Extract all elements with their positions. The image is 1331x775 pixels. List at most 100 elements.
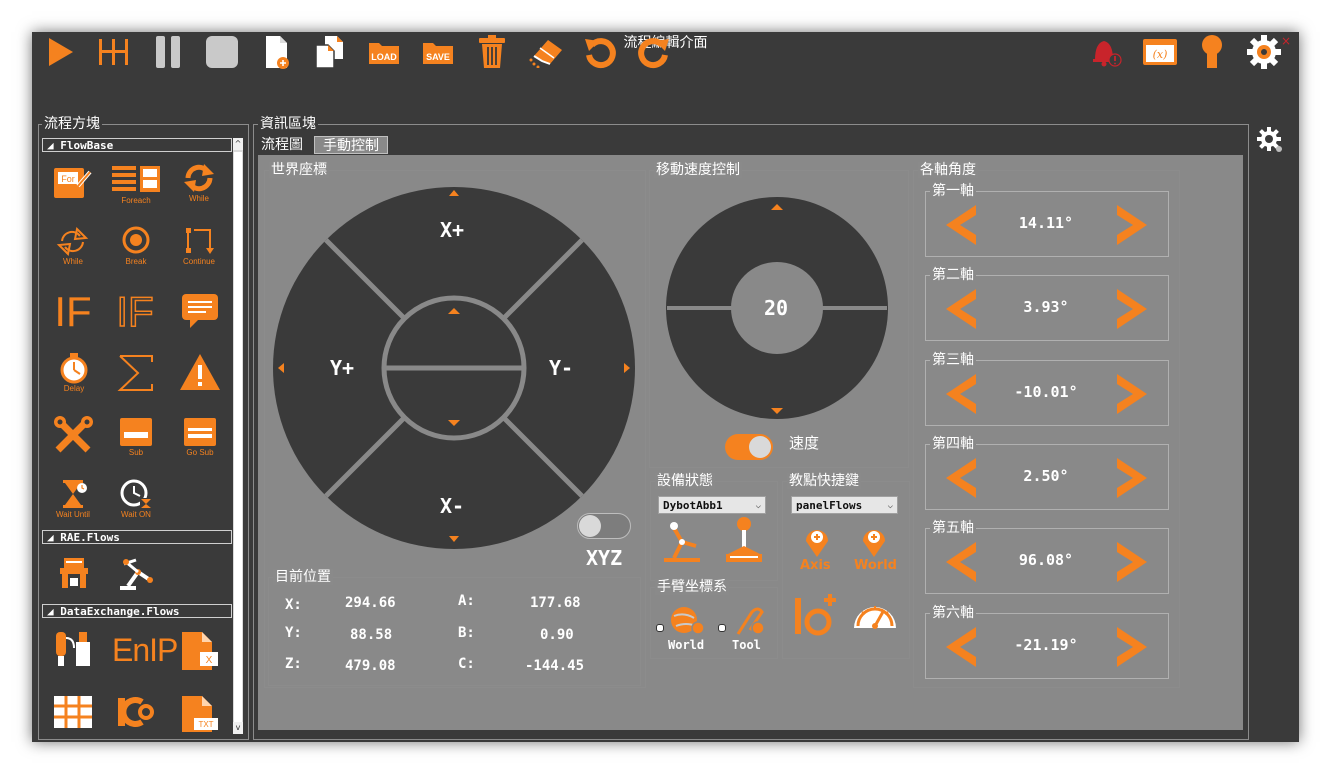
joint-1-decrease-button[interactable] [942, 204, 978, 246]
teach-panel-select[interactable]: panelFlows ⌵ [791, 496, 898, 514]
stop-button[interactable] [202, 30, 242, 74]
world-globe-icon[interactable] [668, 604, 708, 638]
enip-block[interactable]: EnIP [112, 630, 178, 670]
panel-settings-button[interactable] [1256, 126, 1284, 154]
scroll-thumb[interactable] [234, 152, 242, 722]
joint-4-decrease-button[interactable] [942, 457, 978, 499]
delay-block[interactable]: Delay [54, 352, 94, 396]
joint-3-decrease-button[interactable] [942, 373, 978, 415]
sum-block[interactable] [114, 352, 158, 396]
delete-button[interactable] [472, 30, 512, 74]
joint-4-increase-button[interactable] [1115, 457, 1151, 499]
wait-on-block[interactable]: Wait ON [112, 478, 160, 522]
device-select[interactable]: DybotAbb1 ⌵ [658, 496, 766, 514]
joint-2-value: 3.93° [1023, 298, 1069, 316]
joint-2-decrease-button[interactable] [942, 288, 978, 330]
tab-flowchart[interactable]: 流程圖 [261, 136, 303, 154]
jog-x-plus-button[interactable]: X+ [440, 218, 464, 242]
speed-gauge-icon[interactable] [850, 594, 900, 634]
joint-4-label: 第四軸 [930, 435, 976, 453]
scroll-down-icon[interactable]: v [233, 722, 243, 734]
if-outline-block[interactable]: IF [112, 287, 158, 336]
panel-gear-icon [1257, 127, 1282, 152]
joint-6-increase-button[interactable] [1115, 626, 1151, 668]
load-button[interactable]: LOAD [364, 30, 404, 74]
robot-arm-icon [120, 558, 153, 590]
pause-button[interactable] [148, 30, 188, 74]
scroll-up-icon[interactable]: ^ [233, 138, 243, 150]
variables-button[interactable]: (x) [1140, 30, 1180, 74]
io-link-block[interactable] [116, 694, 160, 734]
jog-z-down-button[interactable] [400, 372, 510, 432]
joint-5-decrease-button[interactable] [942, 541, 978, 583]
joint-5-increase-button[interactable] [1115, 541, 1151, 583]
axis-pin-icon[interactable] [802, 525, 832, 559]
copy-icon [315, 36, 343, 69]
tab-manual-control[interactable]: 手動控制 [314, 136, 388, 154]
warning-block[interactable] [178, 352, 222, 396]
world-pin-icon[interactable] [859, 525, 889, 559]
joint-3-increase-button[interactable] [1115, 373, 1151, 415]
save-button[interactable]: SAVE [418, 30, 458, 74]
message-block[interactable] [180, 292, 220, 332]
jog-y-plus-button[interactable]: Y+ [330, 356, 354, 380]
jog-x-minus-button[interactable]: X- [440, 494, 464, 518]
left-scrollbar[interactable]: ^ v [233, 138, 243, 734]
foreach-block[interactable]: Foreach [108, 164, 164, 208]
save-icon: SAVE [423, 43, 453, 64]
jog-z-up-button[interactable] [400, 300, 510, 360]
wait-until-block[interactable]: Wait Until [48, 478, 98, 522]
plc-icon [56, 632, 90, 666]
txt-file-block[interactable]: TXT [180, 694, 220, 734]
device-status-title: 設備狀態 [655, 473, 715, 489]
new-file-button[interactable] [256, 30, 296, 74]
section-rae-flows[interactable]: ◢ RAE.Flows [42, 530, 232, 544]
settings-button[interactable] [1244, 30, 1284, 74]
tool-icon[interactable] [730, 604, 770, 638]
while-block[interactable]: While [176, 162, 222, 208]
undo-button[interactable] [580, 30, 620, 74]
robot-arm-block[interactable] [116, 556, 156, 592]
sub-block[interactable]: Sub [116, 416, 156, 460]
wait-until-icon [63, 480, 87, 508]
run-button[interactable] [40, 30, 80, 74]
robot-arm-device-icon[interactable] [660, 516, 704, 566]
gripper-block[interactable] [56, 556, 92, 592]
copy-button[interactable] [310, 30, 350, 74]
tool-radio[interactable] [718, 624, 726, 632]
go-sub-block[interactable]: Go Sub [180, 416, 220, 460]
txt-file-icon: TXT [182, 696, 218, 732]
clear-button[interactable] [526, 30, 566, 74]
redo-button[interactable] [634, 30, 674, 74]
wait-on-label: Wait ON [121, 510, 151, 519]
joint-3-label: 第三軸 [930, 351, 976, 369]
step-button[interactable] [94, 30, 134, 74]
section-flowbase[interactable]: ◢ FlowBase [42, 138, 232, 152]
wait-on-icon [120, 479, 152, 508]
speed-toggle-label: 速度 [789, 434, 820, 452]
while-outline-block[interactable]: While [52, 226, 94, 270]
joint-6-decrease-button[interactable] [942, 626, 978, 668]
joystick-icon[interactable] [722, 514, 766, 566]
if-block[interactable]: IF [50, 288, 96, 336]
tools-block[interactable] [52, 414, 96, 458]
while-outline-icon [56, 226, 89, 257]
xyz-mode-toggle[interactable] [577, 513, 631, 539]
user-button[interactable] [1192, 30, 1232, 74]
chevron-down-icon: ⌵ [755, 501, 761, 511]
joint-2-increase-button[interactable] [1115, 288, 1151, 330]
chevron-down-icon: ⌵ [887, 501, 893, 511]
world-radio[interactable] [656, 624, 664, 632]
alarm-button[interactable] [1086, 30, 1126, 74]
io-add-icon[interactable] [792, 592, 840, 638]
continue-block[interactable]: Continue [176, 226, 222, 270]
plc-block[interactable] [52, 628, 96, 672]
section-dataexchange[interactable]: ◢ DataExchange.Flows [42, 604, 232, 618]
jog-y-minus-button[interactable]: Y- [549, 356, 573, 380]
for-block[interactable]: For [52, 164, 94, 208]
table-block[interactable] [52, 694, 94, 734]
excel-file-block[interactable]: X [180, 630, 220, 672]
speed-toggle[interactable] [725, 434, 773, 460]
break-block[interactable]: Break [114, 226, 158, 270]
joint-1-increase-button[interactable] [1115, 204, 1151, 246]
